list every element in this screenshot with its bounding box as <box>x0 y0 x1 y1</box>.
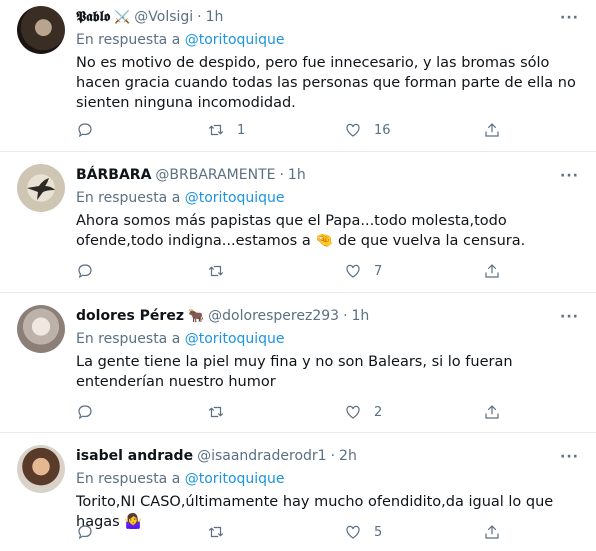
tweet-text: Ahora somos más papistas que el Papa...t… <box>76 211 576 251</box>
share-icon <box>485 525 499 539</box>
separator-dot: · <box>343 308 348 324</box>
replies-feed: 𝕻𝖆𝖇𝖑𝖔 ⚔️ @Volsigi · 1h ··· En respuesta … <box>0 0 596 551</box>
hummingbird-icon <box>27 178 55 200</box>
tweet-header: 𝕻𝖆𝖇𝖑𝖔 ⚔️ @Volsigi · 1h <box>76 9 223 25</box>
mention-link[interactable]: @toritoquique <box>185 471 285 487</box>
reply-tweet[interactable]: isabel andrade @isaandraderodr1 · 2h ···… <box>0 433 596 551</box>
like-count: 16 <box>374 122 391 138</box>
avatar[interactable] <box>17 445 65 493</box>
reply-prefix: En respuesta a <box>76 190 181 206</box>
like-button[interactable]: 16 <box>344 121 391 139</box>
heart-icon <box>346 405 360 419</box>
retweet-button[interactable] <box>207 403 237 421</box>
more-options-button[interactable]: ··· <box>560 10 579 26</box>
reply-context: En respuesta a @toritoquique <box>76 331 285 347</box>
like-count: 5 <box>374 524 383 540</box>
more-options-button[interactable]: ··· <box>560 449 579 465</box>
retweet-icon <box>208 526 224 538</box>
reply-context: En respuesta a @toritoquique <box>76 32 285 48</box>
tweet-header: BÁRBARA @BRBARAMENTE · 1h <box>76 167 306 183</box>
timestamp[interactable]: 1h <box>352 308 370 324</box>
reply-tweet[interactable]: BÁRBARA @BRBARAMENTE · 1h ··· En respues… <box>0 152 596 293</box>
reply-prefix: En respuesta a <box>76 471 181 487</box>
separator-dot: · <box>330 448 336 464</box>
like-button[interactable]: 7 <box>344 262 382 280</box>
share-button[interactable] <box>483 121 501 139</box>
timestamp[interactable]: 1h <box>288 167 306 183</box>
avatar[interactable] <box>17 6 65 54</box>
avatar[interactable] <box>17 164 65 212</box>
retweet-icon <box>208 265 224 277</box>
display-name[interactable]: BÁRBARA <box>76 167 151 183</box>
separator-dot: · <box>197 9 202 25</box>
retweet-icon <box>208 406 224 418</box>
retweet-button[interactable] <box>207 262 237 280</box>
mention-link[interactable]: @toritoquique <box>185 190 285 206</box>
like-count: 2 <box>374 404 383 420</box>
reply-button[interactable] <box>76 262 94 280</box>
pinching-hand-emoji: 🤏 <box>315 233 334 249</box>
display-name[interactable]: isabel andrade <box>76 448 193 464</box>
like-button[interactable]: 5 <box>344 523 382 541</box>
separator-dot: · <box>279 167 284 183</box>
reply-button[interactable] <box>76 403 94 421</box>
retweet-button[interactable]: 1 <box>207 121 245 139</box>
action-bar: 2 <box>76 403 526 423</box>
tweet-text: La gente tiene la piel muy fina y no son… <box>76 354 513 390</box>
tweet-header: dolores Pérez 🐂 @doloresperez293 · 1h <box>76 308 369 324</box>
mention-link[interactable]: @toritoquique <box>185 32 285 48</box>
reply-icon <box>78 264 92 279</box>
mention-link[interactable]: @toritoquique <box>185 331 285 347</box>
retweet-icon <box>208 124 224 136</box>
user-handle[interactable]: @isaandraderodr1 <box>197 448 327 464</box>
tweet-text: No es motivo de despido, pero fue innece… <box>76 55 576 111</box>
reply-button[interactable] <box>76 523 94 541</box>
share-button[interactable] <box>483 262 501 280</box>
share-button[interactable] <box>483 523 501 541</box>
heart-icon <box>346 525 360 539</box>
retweet-button[interactable] <box>207 523 237 541</box>
display-name[interactable]: 𝕻𝖆𝖇𝖑𝖔 <box>76 9 110 25</box>
bull-icon: 🐂 <box>187 308 205 324</box>
avatar[interactable] <box>17 305 65 353</box>
action-bar: 5 <box>76 523 526 543</box>
retweet-count: 1 <box>237 122 246 138</box>
timestamp[interactable]: 1h <box>206 9 224 25</box>
action-bar: 1 16 <box>76 121 526 141</box>
share-icon <box>485 405 499 419</box>
reply-prefix: En respuesta a <box>76 331 181 347</box>
more-options-button[interactable]: ··· <box>560 168 579 184</box>
reply-icon <box>78 123 92 138</box>
heart-icon <box>346 123 360 137</box>
user-handle[interactable]: @doloresperez293 <box>208 308 339 324</box>
action-bar: 7 <box>76 262 526 282</box>
more-options-button[interactable]: ··· <box>560 309 579 325</box>
display-name[interactable]: dolores Pérez <box>76 308 184 324</box>
user-handle[interactable]: @BRBARAMENTE <box>155 167 275 183</box>
reply-tweet[interactable]: dolores Pérez 🐂 @doloresperez293 · 1h ··… <box>0 293 596 433</box>
heart-icon <box>346 264 360 278</box>
reply-tweet[interactable]: 𝕻𝖆𝖇𝖑𝖔 ⚔️ @Volsigi · 1h ··· En respuesta … <box>0 0 596 152</box>
reply-button[interactable] <box>76 121 94 139</box>
reply-icon <box>78 525 92 540</box>
reply-icon <box>78 405 92 420</box>
like-count: 7 <box>374 263 383 279</box>
user-handle[interactable]: @Volsigi <box>134 9 193 25</box>
reply-prefix: En respuesta a <box>76 32 181 48</box>
reply-context: En respuesta a @toritoquique <box>76 471 285 487</box>
timestamp[interactable]: 2h <box>339 448 357 464</box>
share-icon <box>485 123 499 137</box>
tweet-header: isabel andrade @isaandraderodr1 · 2h <box>76 448 357 464</box>
share-icon <box>485 264 499 278</box>
like-button[interactable]: 2 <box>344 403 382 421</box>
reply-context: En respuesta a @toritoquique <box>76 190 285 206</box>
tweet-text-part: de que vuelva la censura. <box>338 233 526 249</box>
share-button[interactable] <box>483 403 501 421</box>
crossed-swords-icon: ⚔️ <box>114 9 131 25</box>
